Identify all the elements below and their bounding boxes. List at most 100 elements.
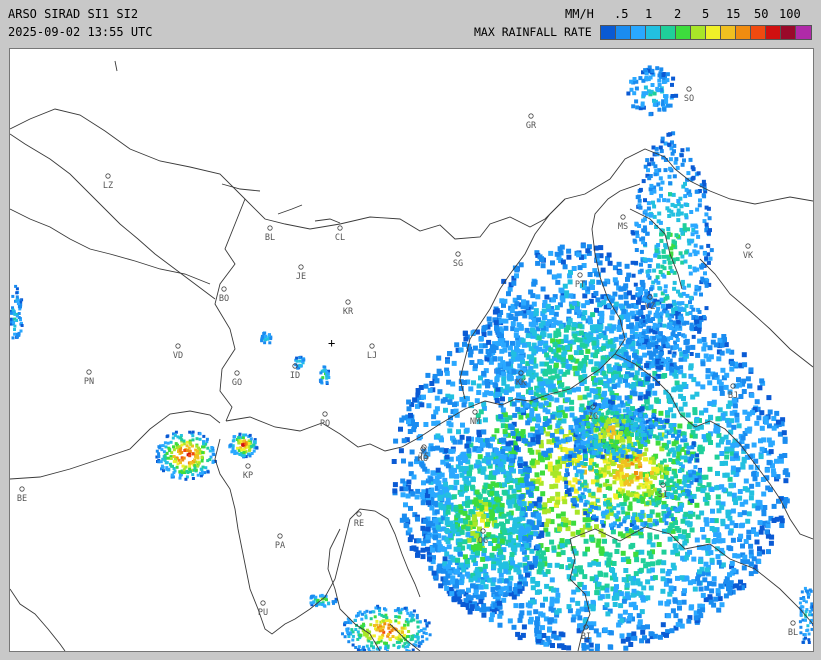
rain-cell [671,330,676,335]
rain-cell [674,436,679,441]
rain-cell [749,490,755,496]
rain-cell [501,489,507,495]
rain-cell [646,539,652,545]
rain-cell [660,136,665,141]
rain-cell [657,73,662,78]
rain-cell [664,632,669,638]
rain-cell [617,487,622,492]
rain-cell [720,518,726,524]
rain-cell [743,539,749,544]
rain-cell [406,399,412,405]
rain-cell [634,493,639,498]
rain-cell [741,352,747,358]
rain-cell [448,484,454,490]
rain-cell [503,390,509,395]
rain-cell [495,585,501,591]
rain-cell [711,581,717,587]
rain-cell [713,518,719,524]
rain-cell [700,488,706,494]
rain-cell [432,534,438,540]
rain-cell [462,539,468,545]
rain-cell [691,556,697,562]
rain-cell [575,600,581,606]
rain-cell [651,200,655,205]
rain-cell [516,436,521,442]
rain-cell [661,560,667,566]
rain-cell [659,419,664,424]
rain-cell [459,472,465,478]
rain-cell [645,624,650,630]
rain-cell [508,575,514,581]
rain-cell [549,596,555,602]
rain-cell [658,346,663,351]
rain-cell [695,381,701,387]
rain-cell [665,313,670,318]
rain-cell [634,260,638,265]
rain-cell [586,517,592,523]
rain-cell [681,599,687,605]
rain-cell [556,551,562,557]
rain-cell [690,232,695,237]
rain-cell [592,514,596,519]
rain-cell [742,554,748,560]
rain-cell [603,397,609,403]
rain-cell [581,303,587,309]
rain-cell [498,414,504,420]
rain-cell [538,402,544,408]
rain-cell [588,319,593,325]
rain-cell [648,631,654,637]
rain-cell [639,249,644,254]
color-scale-bar [600,25,812,40]
rain-cell [654,397,660,403]
rain-cell [499,467,505,472]
rain-cell [720,367,726,373]
rain-cell [748,495,754,501]
rain-cell [666,440,671,445]
rain-cell [567,279,573,285]
rain-cell [456,546,461,552]
rain-cell [627,615,633,621]
rain-cell [442,397,448,403]
rain-cell [408,461,414,467]
rain-cell [467,352,473,358]
rain-cell [638,471,643,476]
rain-cell [750,410,755,416]
rain-cell [519,525,525,531]
rain-cell [631,428,636,433]
rain-cell [561,418,567,424]
rain-cell [593,290,599,296]
rain-cell [574,370,580,376]
rain-cell [420,525,426,531]
rain-cell [565,490,569,494]
rain-cell [695,352,701,358]
rain-cell [704,256,709,261]
rain-cell [631,516,635,521]
rain-cell [745,518,751,524]
rain-cell [659,436,664,441]
rain-cell [726,422,732,428]
radar-map[interactable]: SO GR LZ BL CL MS JE SG VK BO KR PT VZ VD LJ PN GO ID KK BJ… [9,48,814,652]
rain-cell [510,560,516,566]
rain-cell [408,412,413,418]
rain-cell [697,446,703,452]
rain-cell [748,549,754,555]
rain-cell [665,254,669,259]
rain-cell [501,597,507,603]
rain-cell [607,260,613,266]
rain-cell [481,592,487,598]
rain-cell [645,158,650,163]
rain-cell [641,314,645,319]
rain-cell [608,472,613,477]
rain-cell [677,423,683,429]
rain-cell [558,392,564,398]
rain-cell [558,405,564,411]
color-scale-swatch [751,26,766,39]
rain-cell [582,551,588,557]
rain-cell [627,505,633,511]
rain-cell [671,387,677,393]
rain-cell [719,350,725,356]
rain-cell [641,322,646,327]
rain-cell [571,322,577,327]
rain-cell [590,599,596,605]
rain-cell [564,480,569,485]
